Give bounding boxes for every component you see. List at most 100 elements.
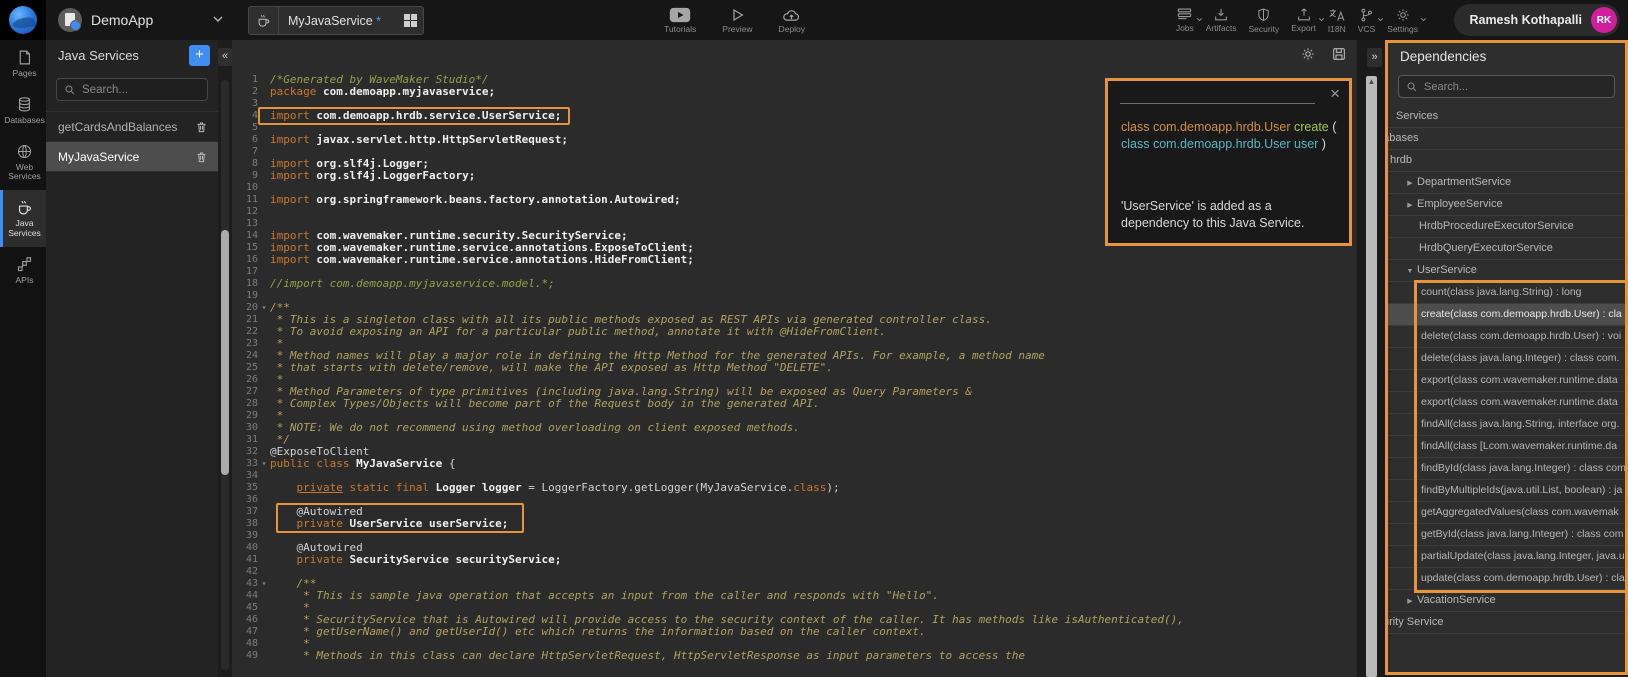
- code-line[interactable]: 19: [232, 290, 1357, 302]
- code-line[interactable]: 30 * NOTE: We do not recommend using met…: [232, 422, 1357, 434]
- tree-item-security-service[interactable]: Security Service: [1388, 612, 1625, 634]
- line-number: 17: [232, 266, 258, 278]
- fold-gutter: [258, 158, 270, 170]
- method-item[interactable]: export(class com.wavemaker.runtime.data: [1388, 370, 1625, 392]
- app-logo[interactable]: [0, 0, 46, 40]
- method-item[interactable]: update(class com.demoapp.hrdb.User) : cl…: [1388, 568, 1625, 590]
- chevron-collapsed-icon[interactable]: ▶: [1403, 591, 1417, 612]
- method-item[interactable]: export(class com.wavemaker.runtime.data: [1388, 392, 1625, 414]
- save-icon[interactable]: [1331, 46, 1347, 62]
- dependencies-search-input[interactable]: [1424, 81, 1584, 93]
- method-item[interactable]: findAll(class [Lcom.wavemaker.runtime.da: [1388, 436, 1625, 458]
- topbar-action-artifacts[interactable]: Artifacts: [1206, 7, 1237, 33]
- chevron-expanded-icon[interactable]: ▼: [1403, 261, 1417, 282]
- fold-marker-icon[interactable]: ▾: [258, 458, 270, 470]
- collapse-panel-button[interactable]: «: [218, 48, 232, 66]
- topbar-action-preview[interactable]: Preview: [722, 7, 752, 34]
- sidebar-item-databases[interactable]: Databases: [0, 87, 46, 134]
- sidebar-item-java-services[interactable]: Java Services: [0, 190, 46, 247]
- fold-marker-icon[interactable]: ▾: [258, 578, 270, 590]
- tree-item-departmentservice[interactable]: ▶DepartmentService: [1388, 172, 1625, 194]
- service-search-input[interactable]: [82, 84, 192, 96]
- method-item[interactable]: partialUpdate(class java.lang.Integer, j…: [1388, 546, 1625, 568]
- code-line[interactable]: 44 * This is sample java operation that …: [232, 590, 1357, 602]
- method-item[interactable]: count(class java.lang.String) : long: [1388, 282, 1625, 304]
- sidebar-item-pages[interactable]: Pages: [0, 40, 46, 87]
- dependencies-scrollbar[interactable]: ▲: [1366, 76, 1377, 677]
- tree-item-hrdbqueryexecutorservice[interactable]: HrdbQueryExecutorService: [1388, 238, 1625, 260]
- code-line[interactable]: 28 * Complex Types/Objects will become p…: [232, 398, 1357, 410]
- method-item[interactable]: findAll(class java.lang.String, interfac…: [1388, 414, 1625, 436]
- service-search[interactable]: [56, 78, 208, 101]
- sidebar-item-web-services[interactable]: Web Services: [0, 134, 46, 191]
- chevron-collapsed-icon[interactable]: ▶: [1403, 173, 1417, 194]
- chevron-down-icon[interactable]: [1419, 15, 1428, 24]
- sidebar-item-apis[interactable]: APIs: [0, 247, 46, 294]
- topbar-action-security[interactable]: Security: [1249, 7, 1280, 34]
- code-line[interactable]: 31 */: [232, 434, 1357, 446]
- code-line[interactable]: 49 * Methods in this class can declare H…: [232, 650, 1357, 662]
- editor-settings-icon[interactable]: [1300, 46, 1316, 62]
- code-line[interactable]: 33▾public class MyJavaService {: [232, 458, 1357, 470]
- tree-item-hrdbprocedureexecutorservice[interactable]: HrdbProcedureExecutorService: [1388, 216, 1625, 238]
- chevron-down-icon[interactable]: [1317, 15, 1326, 24]
- open-file-tab[interactable]: MyJavaService *: [248, 6, 424, 35]
- tree-item-employeeservice[interactable]: ▶EmployeeService: [1388, 194, 1625, 216]
- scroll-up-arrow[interactable]: ▲: [1366, 76, 1377, 88]
- tree-item-userservice[interactable]: ▼UserService: [1388, 260, 1625, 282]
- trash-icon[interactable]: [195, 120, 208, 134]
- action-label: Export: [1291, 23, 1316, 33]
- method-item[interactable]: getById(class java.lang.Integer) : class…: [1388, 524, 1625, 546]
- code-line[interactable]: 16import com.wavemaker.runtime.service.a…: [232, 254, 1357, 266]
- method-item[interactable]: getAggregatedValues(class com.wavemak: [1388, 502, 1625, 524]
- code-line[interactable]: 42: [232, 566, 1357, 578]
- method-item[interactable]: findByMultipleIds(java.util.List, boolea…: [1388, 480, 1625, 502]
- code-text: * This is sample java operation that acc…: [270, 590, 1357, 602]
- topbar-action-vcs[interactable]: VCS: [1358, 7, 1375, 34]
- tree-item-services[interactable]: Services: [1388, 106, 1625, 128]
- method-item[interactable]: create(class com.demoapp.hrdb.User) : cl…: [1388, 304, 1625, 326]
- topbar-action-i18n[interactable]: I18N: [1328, 7, 1346, 34]
- close-icon[interactable]: ×: [1330, 85, 1340, 102]
- expand-panel-button[interactable]: »: [1367, 48, 1382, 67]
- code-line[interactable]: 35 private static final Logger logger = …: [232, 482, 1357, 494]
- tree-item-vacationservice[interactable]: ▶VacationService: [1388, 590, 1625, 612]
- layout-grid-icon[interactable]: [397, 7, 423, 34]
- topbar-action-jobs[interactable]: Jobs: [1176, 7, 1194, 33]
- user-menu[interactable]: Ramesh Kothapalli RK: [1454, 4, 1620, 36]
- dependencies-search[interactable]: [1398, 75, 1615, 98]
- project-switcher[interactable]: DemoApp: [58, 0, 153, 40]
- method-item[interactable]: delete(class com.demoapp.hrdb.User) : vo…: [1388, 326, 1625, 348]
- chevron-collapsed-icon[interactable]: ▶: [1403, 195, 1417, 216]
- code-line[interactable]: 22 * To avoid exposing an API for a part…: [232, 326, 1357, 338]
- tree-item-inner: ▶DepartmentService: [1403, 172, 1511, 194]
- topbar-action-settings[interactable]: Settings: [1387, 7, 1418, 34]
- trash-icon[interactable]: [195, 150, 208, 164]
- chevron-down-icon[interactable]: [1195, 15, 1204, 24]
- code-line[interactable]: 47 * getUserName() and getUserId() etc w…: [232, 626, 1357, 638]
- action-label: Tutorials: [664, 24, 696, 34]
- panel-divider: «: [218, 40, 232, 677]
- scrollbar-thumb[interactable]: [221, 230, 229, 475]
- service-list-item[interactable]: MyJavaService: [46, 142, 218, 172]
- service-list-item[interactable]: getCardsAndBalances: [46, 112, 218, 142]
- editor-left-scrollbar[interactable]: [221, 80, 229, 670]
- code-line[interactable]: 41 private SecurityService securityServi…: [232, 554, 1357, 566]
- code-line[interactable]: 25 * that starts with delete/remove, wil…: [232, 362, 1357, 374]
- code-line[interactable]: 36: [232, 494, 1357, 506]
- code-line[interactable]: 38 private UserService userService;: [232, 518, 1357, 530]
- method-item[interactable]: delete(class java.lang.Integer) : class …: [1388, 348, 1625, 370]
- fold-marker-icon[interactable]: ▾: [258, 302, 270, 314]
- topbar-action-export[interactable]: Export: [1291, 7, 1316, 33]
- tree-item-databases[interactable]: Databases: [1388, 128, 1625, 150]
- tree-item-hrdb[interactable]: hrdb: [1388, 150, 1625, 172]
- fold-gutter: [258, 614, 270, 626]
- chevron-down-icon[interactable]: [210, 11, 226, 27]
- add-service-button[interactable]: +: [189, 45, 210, 66]
- method-item[interactable]: findById(class java.lang.Integer) : clas…: [1388, 458, 1625, 480]
- code-line[interactable]: 39: [232, 530, 1357, 542]
- code-line[interactable]: 18//import com.demoapp.myjavaservice.mod…: [232, 278, 1357, 290]
- chevron-down-icon[interactable]: [1376, 15, 1385, 24]
- topbar-action-tutorials[interactable]: Tutorials: [664, 7, 696, 34]
- topbar-action-deploy[interactable]: Deploy: [779, 7, 805, 34]
